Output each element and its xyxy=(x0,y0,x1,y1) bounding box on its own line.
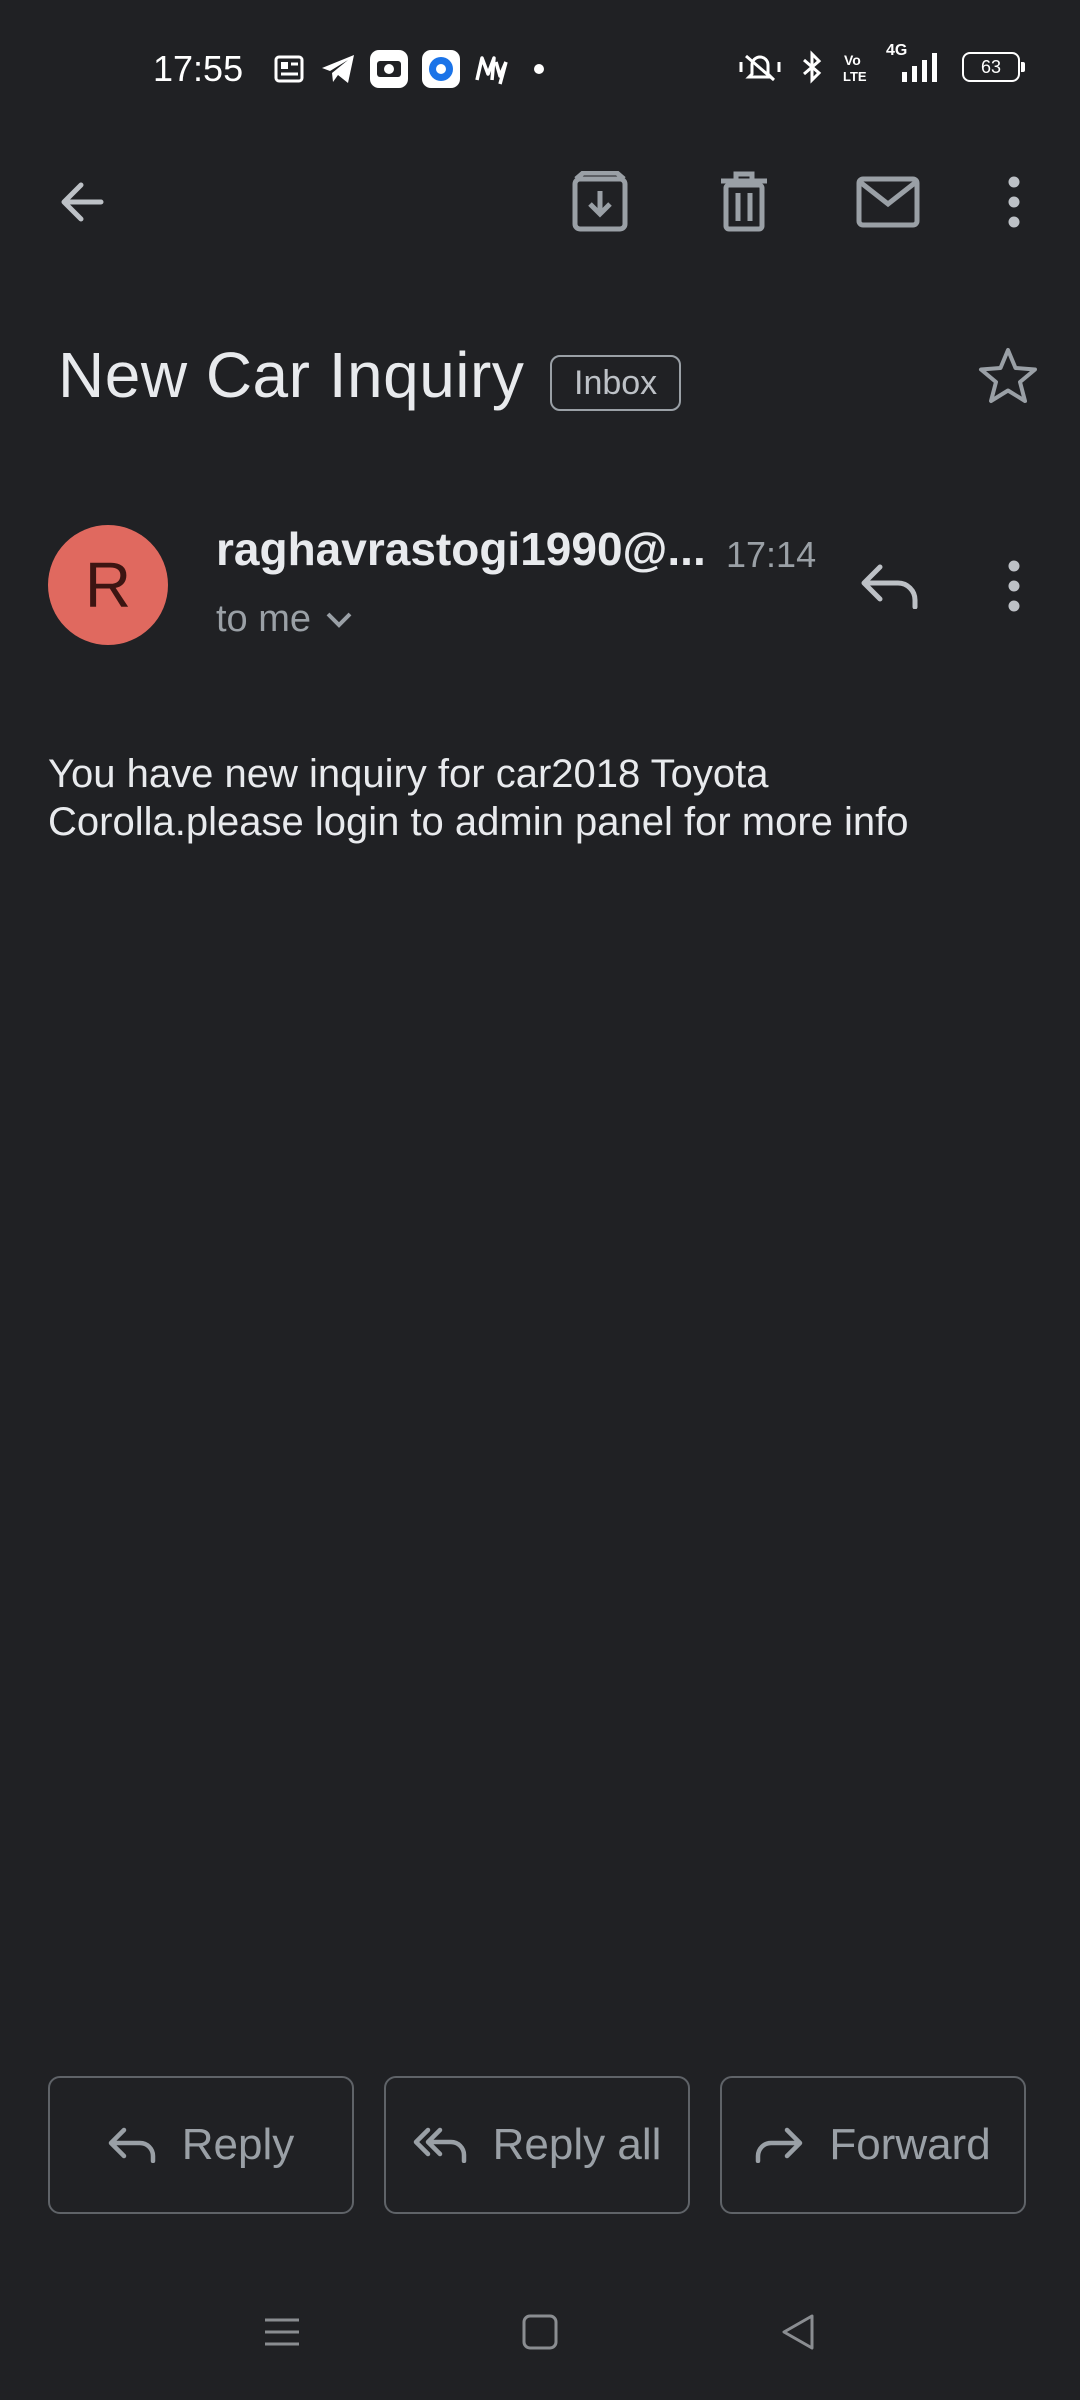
battery-icon: 63 xyxy=(962,52,1025,82)
avatar[interactable]: R xyxy=(48,525,168,645)
reply-all-icon xyxy=(413,2127,466,2163)
star-button[interactable] xyxy=(972,340,1044,412)
delete-icon xyxy=(721,171,767,232)
reply-label: Reply xyxy=(181,2120,295,2169)
back-button[interactable] xyxy=(48,168,116,236)
back-nav-button[interactable] xyxy=(778,2312,818,2352)
inbox-label-chip[interactable]: Inbox xyxy=(550,355,682,411)
more-vert-icon xyxy=(1008,560,1020,612)
news-icon xyxy=(272,52,306,86)
more-options-button[interactable] xyxy=(990,168,1038,236)
email-body: You have new inquiry for car2018 Toyota … xyxy=(48,752,909,844)
signal-icon: 4G xyxy=(886,42,944,84)
photos-app-icon xyxy=(370,50,408,88)
reply-all-button[interactable]: Reply all xyxy=(384,2076,690,2214)
message-more-button[interactable] xyxy=(990,552,1038,620)
archive-button[interactable] xyxy=(566,168,634,236)
back-arrow-icon xyxy=(61,182,104,222)
system-status-icons: Vo LTE 4G 63 xyxy=(738,42,1025,84)
more-vert-icon xyxy=(1008,176,1020,228)
delete-button[interactable] xyxy=(710,168,778,236)
forward-icon xyxy=(756,2127,803,2163)
star-icon xyxy=(979,348,1037,403)
mark-unread-button[interactable] xyxy=(852,168,924,236)
volte-icon: Vo LTE xyxy=(842,50,868,84)
mail-icon xyxy=(856,176,920,228)
menu-icon xyxy=(265,2318,299,2346)
recipient-label: to me xyxy=(216,598,312,640)
sender-name[interactable]: raghavrastogi1990@... xyxy=(216,522,706,576)
archive-icon xyxy=(572,171,628,232)
recents-nav-button[interactable] xyxy=(262,2312,302,2352)
square-icon xyxy=(522,2314,558,2350)
reply-all-label: Reply all xyxy=(492,2120,662,2169)
reply-icon xyxy=(108,2127,155,2163)
status-time: 17:55 xyxy=(153,48,244,89)
mute-icon xyxy=(738,50,782,84)
notification-icons xyxy=(272,50,554,88)
svg-text:Vo: Vo xyxy=(844,52,861,68)
email-subject: New Car Inquiry xyxy=(58,339,525,411)
forward-button[interactable]: Forward xyxy=(720,2076,1026,2214)
received-time: 17:14 xyxy=(726,534,817,575)
myntra-icon xyxy=(474,52,510,86)
chevron-down-icon xyxy=(326,612,352,628)
recipient-details-toggle[interactable]: to me xyxy=(216,598,353,641)
forward-label: Forward xyxy=(829,2120,991,2169)
dot-icon xyxy=(524,52,554,86)
browser-icon xyxy=(422,50,460,88)
home-nav-button[interactable] xyxy=(520,2312,560,2352)
svg-text:LTE: LTE xyxy=(843,69,867,84)
quick-reply-button[interactable] xyxy=(852,552,928,620)
triangle-back-icon xyxy=(782,2314,814,2350)
telegram-icon xyxy=(320,52,356,86)
reply-icon xyxy=(861,564,918,609)
bluetooth-icon xyxy=(800,50,824,84)
reply-button[interactable]: Reply xyxy=(48,2076,354,2214)
